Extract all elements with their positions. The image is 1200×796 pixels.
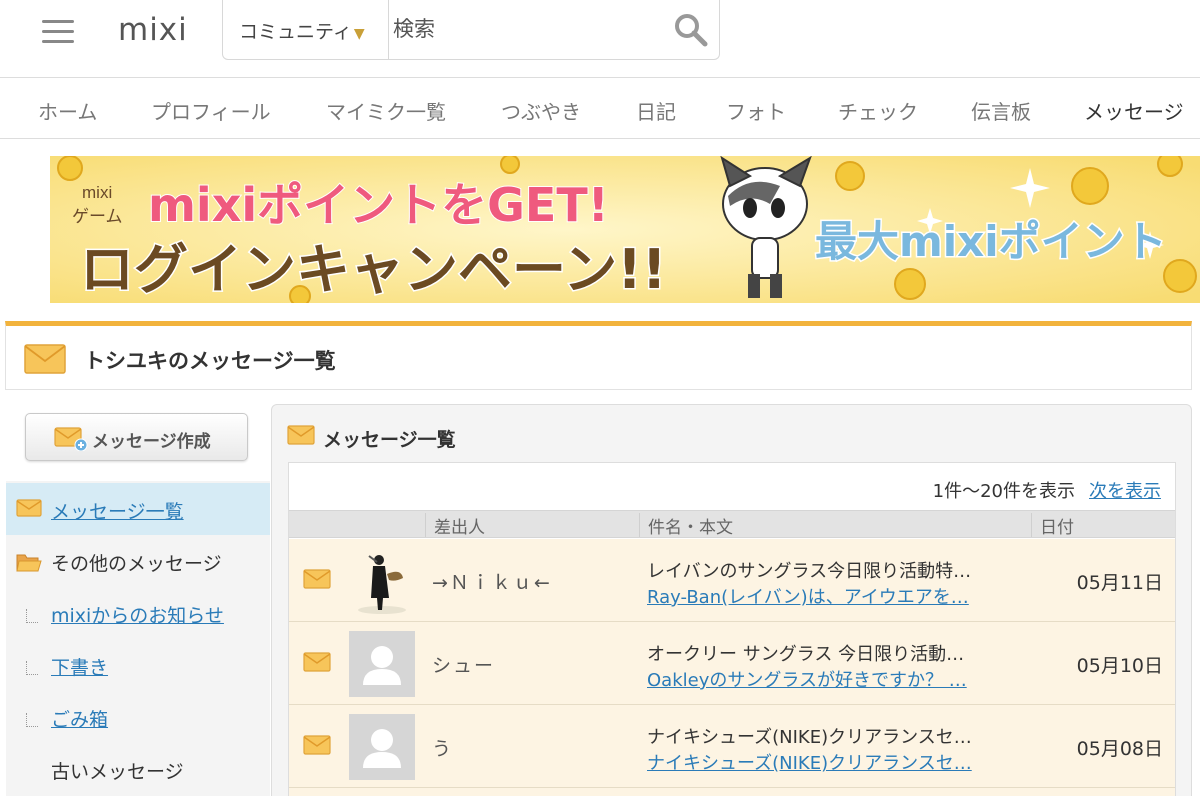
table-header: 差出人 件名・本文 日付 [289, 510, 1175, 538]
compose-envelope-icon [54, 427, 88, 451]
message-body-link[interactable]: ナイキシューズ(NIKE)クリアランスセ… [647, 749, 1027, 775]
sidebar-item-drafts[interactable]: 下書き [6, 639, 270, 691]
column-subject[interactable]: 件名・本文 [639, 513, 1031, 538]
table-row[interactable]: →Ｎｉｋｕ← レイバンのサングラス今日限り活動特… Ray-Ban(レイバン)は… [289, 539, 1175, 622]
envelope-icon [16, 499, 42, 517]
nav-photo[interactable]: フォト [726, 96, 786, 125]
sidebar-item-label[interactable]: mixiからのお知らせ [51, 601, 224, 628]
nav-home[interactable]: ホーム [38, 96, 97, 125]
folder-open-icon [16, 554, 42, 572]
sidebar-item-label[interactable]: 下書き [51, 653, 108, 680]
table-row[interactable]: う ナイキシューズ(NIKE)クリアランスセ… ナイキシューズ(NIKE)クリア… [289, 705, 1175, 788]
banner-mixi-small: mixi [82, 183, 112, 202]
sidebar-item-other-messages[interactable]: その他のメッセージ [6, 535, 270, 587]
sidebar-item-label[interactable]: メッセージ一覧 [51, 497, 184, 524]
message-table: 1件〜20件を表示 次を表示 差出人 件名・本文 日付 →Ｎｉｋｕ← レイバンのサ… [288, 462, 1176, 796]
default-avatar-icon[interactable] [349, 714, 415, 780]
nav-check[interactable]: チェック [838, 96, 918, 125]
table-row[interactable] [289, 788, 1175, 796]
pager: 1件〜20件を表示 次を表示 [933, 477, 1161, 503]
search-box: コミュニティ ▼ [222, 0, 720, 60]
column-date[interactable]: 日付 [1031, 513, 1175, 538]
message-subject: レイバンのサングラス今日限り活動特… [647, 561, 972, 582]
banner-game-small: ゲーム [72, 207, 123, 227]
banner-right-text: 最大mixiポイント [815, 217, 1167, 266]
default-avatar-icon[interactable] [349, 631, 415, 697]
campaign-banner[interactable]: mixi ゲーム mixiポイントをGET! ログインキャンペーン!! 最大mi… [50, 156, 1200, 303]
sidebar-item-label[interactable]: ごみ箱 [51, 705, 108, 732]
page-title-bar: トシユキのメッセージ一覧 [5, 321, 1192, 390]
search-category-select[interactable]: コミュニティ ▼ [223, 0, 389, 59]
envelope-icon [287, 425, 315, 445]
sidebar-item-mixi-notice[interactable]: mixiからのお知らせ [6, 587, 270, 639]
envelope-icon [24, 344, 66, 374]
message-date: 05月10日 [1076, 655, 1163, 677]
sidebar-item-old-messages[interactable]: 古いメッセージ [6, 743, 270, 795]
banner-subline: ログインキャンペーン!! [80, 238, 667, 301]
message-date: 05月11日 [1076, 572, 1163, 594]
sidebar-item-label: 古いメッセージ [51, 761, 184, 783]
banner-headline: mixiポイントをGET! [148, 178, 609, 232]
header: mixi コミュニティ ▼ [0, 0, 1200, 78]
panel-title: メッセージ一覧 [323, 429, 456, 451]
nav-diary[interactable]: 日記 [636, 96, 676, 125]
global-nav: ホーム プロフィール マイミク一覧 つぶやき 日記 フォト チェック 伝言板 メ… [0, 78, 1200, 139]
nav-mymixi-list[interactable]: マイミク一覧 [326, 96, 446, 125]
sidebar: メッセージ一覧 その他のメッセージ mixiからのお知らせ 下書き ごみ箱 古い… [6, 481, 270, 796]
pager-range: 1件〜20件を表示 [932, 481, 1075, 502]
message-body-link[interactable]: Ray-Ban(レイバン)は、アイウエアを… [647, 583, 1027, 609]
nav-tsubuyaki[interactable]: つぶやき [501, 96, 581, 125]
envelope-icon [303, 569, 331, 589]
compose-button-label: メッセージ作成 [92, 432, 211, 452]
message-sender[interactable]: う [432, 734, 453, 761]
message-sender[interactable]: →Ｎｉｋｕ← [432, 568, 552, 595]
caret-down-icon: ▼ [353, 26, 365, 42]
message-date: 05月08日 [1076, 738, 1163, 760]
pager-next-link[interactable]: 次を表示 [1089, 481, 1161, 502]
avatar[interactable] [349, 548, 415, 614]
search-category-label: コミュニティ [239, 21, 352, 43]
sidebar-item-trash[interactable]: ごみ箱 [6, 691, 270, 743]
compose-message-button[interactable]: メッセージ作成 [25, 413, 248, 461]
sidebar-item-message-list[interactable]: メッセージ一覧 [6, 483, 270, 535]
nav-message-board[interactable]: 伝言板 [971, 96, 1031, 125]
tree-line [26, 661, 38, 675]
page-title: トシユキのメッセージ一覧 [84, 349, 336, 373]
envelope-icon [303, 735, 331, 755]
search-icon[interactable] [673, 12, 709, 48]
message-subject: オークリー サングラス 今日限り活動… [647, 644, 965, 665]
message-list-panel: メッセージ一覧 1件〜20件を表示 次を表示 差出人 件名・本文 日付 →Ｎｉｋ… [271, 404, 1192, 796]
hamburger-menu-icon[interactable] [42, 20, 74, 44]
tree-line [26, 609, 38, 623]
sidebar-item-label: その他のメッセージ [51, 553, 222, 575]
tree-line [26, 713, 38, 727]
mixi-logo[interactable]: mixi [118, 12, 188, 48]
message-body-link[interactable]: Oakleyのサングラスが好きですか？ … [647, 666, 1027, 692]
nav-message[interactable]: メッセージ [1084, 96, 1184, 125]
message-subject: ナイキシューズ(NIKE)クリアランスセ… [647, 727, 972, 748]
banner-graphic: mixi ゲーム mixiポイントをGET! ログインキャンペーン!! 最大mi… [50, 156, 1200, 303]
table-row[interactable]: シュー オークリー サングラス 今日限り活動… Oakleyのサングラスが好きで… [289, 622, 1175, 705]
message-sender[interactable]: シュー [432, 651, 495, 678]
envelope-icon [303, 652, 331, 672]
column-sender[interactable]: 差出人 [425, 513, 639, 538]
nav-profile[interactable]: プロフィール [151, 96, 271, 125]
search-input[interactable] [393, 9, 663, 49]
